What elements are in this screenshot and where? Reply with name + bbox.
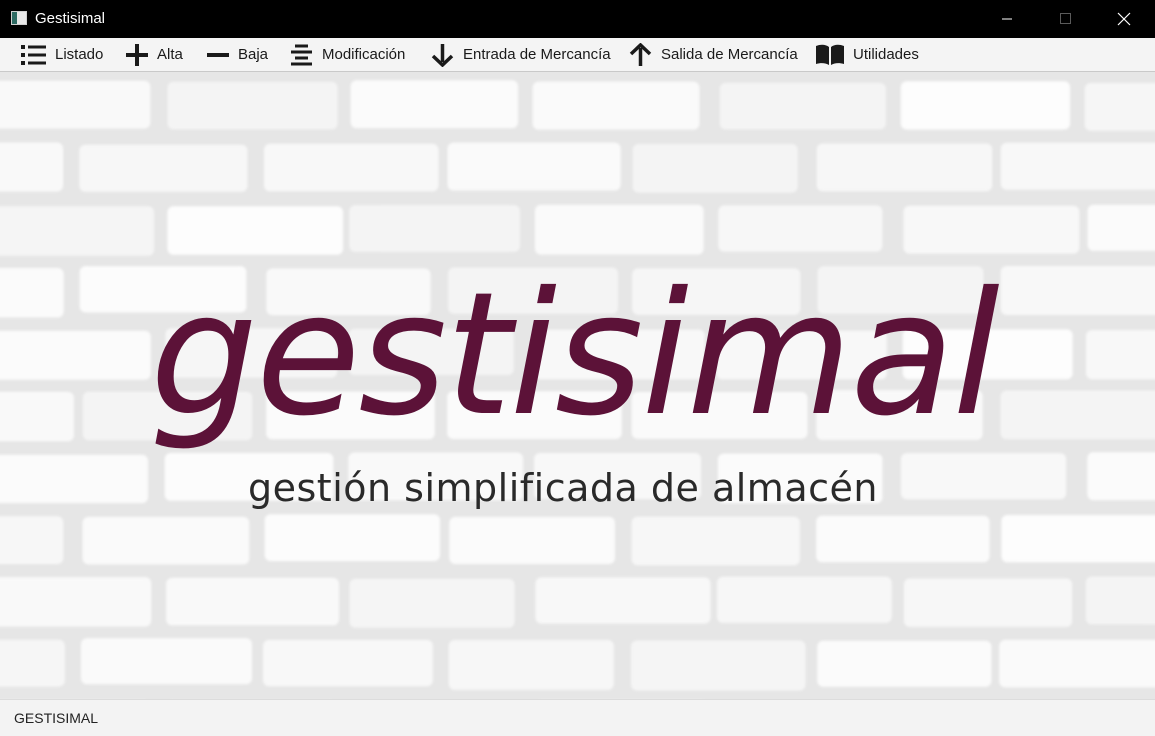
brick	[0, 267, 64, 318]
book-icon	[815, 43, 845, 67]
brick	[0, 639, 65, 687]
brick	[903, 578, 1073, 627]
brick	[816, 143, 993, 192]
brick	[448, 640, 614, 690]
arrow-down-icon	[430, 43, 455, 67]
menu-item-label: Alta	[157, 46, 183, 63]
status-bar: GESTISIMAL	[0, 699, 1155, 736]
brick	[535, 577, 711, 624]
brick	[79, 144, 248, 192]
brick	[0, 206, 154, 256]
minus-icon	[206, 43, 230, 67]
brick	[817, 640, 992, 687]
brick	[0, 391, 74, 442]
maximize-button[interactable]	[1036, 0, 1094, 38]
brick	[1000, 266, 1155, 316]
menu-bar: Listado Alta Baja Modificación Entrada d…	[0, 38, 1155, 72]
brick	[816, 515, 990, 563]
brick	[0, 330, 151, 380]
brick	[1084, 82, 1155, 131]
menu-item-utilidades[interactable]: Utilidades	[815, 38, 919, 71]
brick	[718, 205, 883, 252]
menu-item-label: Baja	[238, 46, 269, 63]
menu-item-listado[interactable]: Listado	[20, 38, 103, 71]
brick	[1000, 142, 1155, 190]
brick	[999, 639, 1155, 688]
brick	[0, 454, 149, 504]
close-icon	[1117, 12, 1131, 26]
brick	[263, 143, 439, 192]
brick	[167, 81, 338, 130]
brick	[167, 206, 344, 255]
brick	[631, 516, 800, 566]
brick	[166, 577, 340, 626]
brick	[264, 514, 441, 562]
app-icon	[11, 11, 27, 25]
logo-text: gestisimal	[150, 256, 1000, 454]
plus-icon	[125, 43, 149, 67]
status-text: GESTISIMAL	[14, 710, 99, 726]
brick	[449, 516, 615, 564]
menu-item-baja[interactable]: Baja	[206, 38, 268, 71]
menu-item-label: Salida de Mercancía	[661, 46, 798, 63]
brick	[349, 205, 520, 252]
brick	[534, 204, 704, 255]
menu-item-entrada-mercancia[interactable]: Entrada de Mercancía	[430, 38, 611, 71]
window-title: Gestisimal	[35, 10, 106, 27]
brick	[1000, 390, 1155, 440]
brick	[632, 144, 798, 193]
main-content: gestisimal gestión simplificada de almac…	[0, 72, 1155, 699]
app-window: Gestisimal Listado Alta Baja Modificació…	[0, 0, 1155, 736]
brick	[0, 142, 64, 192]
brick	[263, 639, 433, 687]
brick	[900, 453, 1067, 500]
align-center-icon	[289, 43, 314, 67]
menu-item-label: Listado	[55, 46, 104, 63]
brick	[0, 516, 64, 565]
minimize-button[interactable]	[978, 0, 1036, 38]
brick	[900, 81, 1071, 130]
menu-item-alta[interactable]: Alta	[125, 38, 183, 71]
minimize-icon	[1002, 18, 1012, 20]
brick	[447, 142, 621, 191]
brick	[719, 82, 886, 130]
brick	[532, 81, 700, 130]
menu-item-label: Utilidades	[853, 46, 919, 63]
brick	[631, 640, 806, 691]
brick	[80, 638, 253, 685]
arrow-up-icon	[628, 42, 653, 67]
brick	[1087, 204, 1155, 251]
menu-item-label: Entrada de Mercancía	[463, 46, 611, 63]
title-bar[interactable]: Gestisimal	[0, 0, 1155, 38]
brick	[1087, 452, 1155, 501]
brick	[903, 205, 1080, 254]
brick	[349, 578, 515, 628]
list-icon	[20, 43, 47, 67]
brick	[0, 577, 152, 627]
brick	[1085, 330, 1155, 380]
brick	[1085, 576, 1155, 625]
brick	[350, 80, 519, 129]
brick	[716, 576, 892, 623]
maximize-icon	[1060, 13, 1071, 24]
menu-item-salida-mercancia[interactable]: Salida de Mercancía	[628, 38, 798, 71]
brick	[82, 516, 250, 565]
menu-item-label: Modificación	[322, 46, 406, 63]
logo-tagline: gestión simplificada de almacén	[248, 466, 878, 510]
close-button[interactable]	[1095, 0, 1153, 38]
menu-item-modificacion[interactable]: Modificación	[289, 38, 405, 71]
brick	[0, 80, 151, 129]
brick	[1001, 515, 1155, 563]
